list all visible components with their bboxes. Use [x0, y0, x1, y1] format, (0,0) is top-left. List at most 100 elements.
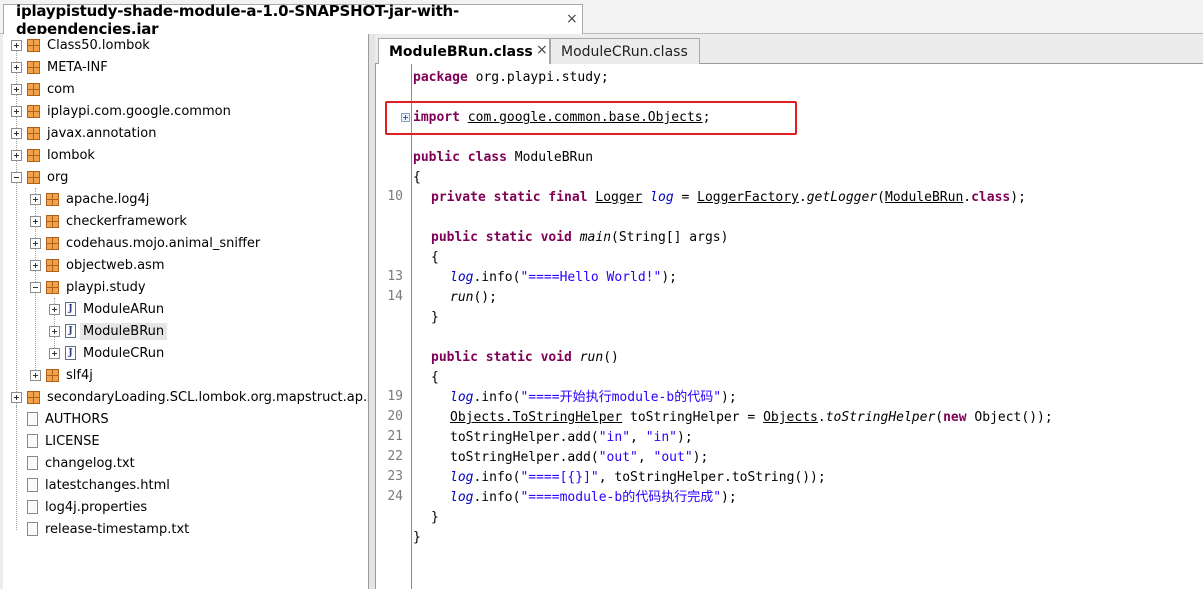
java-class-icon: J: [65, 346, 76, 360]
tree-node-label: ModuleCRun: [83, 345, 165, 361]
code-text: );: [721, 390, 737, 405]
expand-icon[interactable]: [49, 325, 60, 337]
expand-icon[interactable]: [11, 39, 22, 51]
string-literal: "====module-b的代码执行完成": [520, 490, 722, 505]
tree-node-latestchanges[interactable]: latestchanges.html: [27, 474, 170, 496]
tree-node-modulebrun[interactable]: J ModuleBRun: [49, 320, 168, 342]
tree-node-org[interactable]: org: [11, 166, 68, 188]
field-name: log: [650, 190, 674, 205]
code-line-brace: }: [431, 510, 439, 525]
package-icon: [46, 192, 59, 206]
tree-node-label: AUTHORS: [45, 411, 109, 427]
expand-icon[interactable]: [30, 237, 41, 249]
expand-icon[interactable]: [30, 215, 41, 227]
tree-node-authors[interactable]: AUTHORS: [27, 408, 109, 430]
type-link[interactable]: LoggerFactory: [697, 190, 799, 205]
tree-node-modulecrun[interactable]: J ModuleCRun: [49, 342, 164, 364]
tree-node-objectweb-asm[interactable]: objectweb.asm: [30, 254, 164, 276]
keyword: package: [413, 70, 468, 85]
tree-node-codehaus-mojo-animal-sniffer[interactable]: codehaus.mojo.animal_sniffer: [30, 232, 260, 254]
tree-node-modulearun[interactable]: J ModuleARun: [49, 298, 164, 320]
tree-node-label: log4j.properties: [45, 499, 148, 515]
code-line-add-in: toStringHelper.add("in", "in");: [450, 428, 693, 448]
method-name: toStringHelper: [825, 410, 936, 425]
code-line-brace: {: [431, 250, 439, 265]
expand-icon[interactable]: [11, 61, 22, 73]
tree-node-iplaypi-com-google-common[interactable]: iplaypi.com.google.common: [11, 100, 231, 122]
code-line-tostringhelper: Objects.ToStringHelper toStringHelper = …: [450, 408, 1053, 428]
expand-icon[interactable]: [30, 369, 41, 381]
type-link[interactable]: Objects: [763, 410, 818, 425]
code-text: org.playpi.study;: [467, 70, 609, 85]
code-line-brace: }: [431, 310, 439, 325]
line-number: 22: [387, 449, 403, 464]
tree-node-release-timestamp[interactable]: release-timestamp.txt: [27, 518, 189, 540]
code-text: , toStringHelper.toString());: [598, 470, 826, 485]
method-name: run: [450, 290, 474, 305]
expand-icon[interactable]: [49, 347, 60, 359]
editor-tab-bar: ModuleBRun.class × ModuleCRun.class: [375, 34, 1203, 64]
package-icon: [27, 104, 40, 118]
tree-node-apache-log4j[interactable]: apache.log4j: [30, 188, 149, 210]
close-icon[interactable]: ×: [536, 42, 548, 58]
expand-icon[interactable]: [11, 83, 22, 95]
tree-node-class50-lombok[interactable]: Class50.lombok: [11, 34, 150, 56]
code-text: ,: [637, 450, 654, 465]
collapse-icon[interactable]: [11, 171, 22, 183]
tree-node-label: lombok: [47, 147, 95, 163]
tab-modulebrun-class[interactable]: ModuleBRun.class ×: [378, 38, 550, 64]
tree-node-label: Class50.lombok: [47, 37, 150, 53]
tree-node-log4j-properties[interactable]: log4j.properties: [27, 496, 147, 518]
method-name: run: [579, 350, 604, 365]
expand-icon[interactable]: [49, 303, 60, 315]
tab-jar-file[interactable]: iplaypistudy-shade-module-a-1.0-SNAPSHOT…: [3, 2, 583, 38]
code-text: .: [817, 410, 826, 425]
expand-icon[interactable]: [11, 391, 22, 403]
package-icon: [27, 390, 40, 404]
tree-node-javax-annotation[interactable]: javax.annotation: [11, 122, 156, 144]
tree-node-playpi-study[interactable]: playpi.study: [30, 276, 146, 298]
tree-node-lombok[interactable]: lombok: [11, 144, 95, 166]
method-name: getLogger: [806, 190, 878, 205]
tree-node-label: ModuleBRun: [80, 322, 168, 340]
code-text: .info(: [473, 390, 521, 405]
tree-node-slf4j[interactable]: slf4j: [30, 364, 93, 386]
tab-modulecrun-class[interactable]: ModuleCRun.class: [550, 38, 700, 64]
file-icon: [27, 522, 38, 536]
code-line-log-hello: log.info("====Hello World!");: [450, 268, 677, 288]
code-line-main-declaration: public static void main(String[] args): [431, 228, 728, 248]
tree-node-checkerframework[interactable]: checkerframework: [30, 210, 187, 232]
tree-node-com[interactable]: com: [11, 78, 75, 100]
type-link[interactable]: ModuleBRun: [885, 190, 963, 205]
jd-gui-window: iplaypistudy-shade-module-a-1.0-SNAPSHOT…: [0, 0, 1203, 589]
tree-node-label: ModuleARun: [83, 301, 165, 317]
type-link[interactable]: Logger: [595, 190, 642, 205]
expand-icon[interactable]: [11, 105, 22, 117]
code-editor[interactable]: 10 13 14 19 20 21 22 23 24 package org.p…: [375, 64, 1203, 589]
code-line-brace: {: [431, 370, 439, 385]
package-icon: [27, 82, 40, 96]
package-icon: [27, 148, 40, 162]
package-icon: [27, 60, 40, 74]
code-line-package: package org.playpi.study;: [413, 68, 609, 88]
expand-icon[interactable]: [11, 149, 22, 161]
type-link[interactable]: Objects.ToStringHelper: [450, 410, 622, 425]
collapse-icon[interactable]: [30, 281, 41, 293]
tree-node-changelog[interactable]: changelog.txt: [27, 452, 135, 474]
line-number-gutter: 10 13 14 19 20 21 22 23 24: [376, 64, 412, 589]
code-text: );: [677, 430, 693, 445]
code-text: .: [963, 190, 972, 205]
expand-icon[interactable]: [30, 193, 41, 205]
tree-node-secondaryloading[interactable]: secondaryLoading.SCL.lombok.org.mapstruc…: [11, 386, 368, 408]
keyword: public static void: [431, 230, 572, 245]
expand-icon[interactable]: [11, 127, 22, 139]
keyword: public static void: [431, 350, 572, 365]
tree-node-label: LICENSE: [45, 433, 100, 449]
package-tree[interactable]: Class50.lombok META-INF com iplaypi.com.…: [3, 34, 369, 589]
expand-icon[interactable]: [30, 259, 41, 271]
tree-node-license[interactable]: LICENSE: [27, 430, 100, 452]
close-icon[interactable]: ×: [566, 11, 578, 27]
code-text: );: [692, 450, 709, 465]
tab-title: iplaypistudy-shade-module-a-1.0-SNAPSHOT…: [16, 1, 460, 38]
tree-node-meta-inf[interactable]: META-INF: [11, 56, 108, 78]
